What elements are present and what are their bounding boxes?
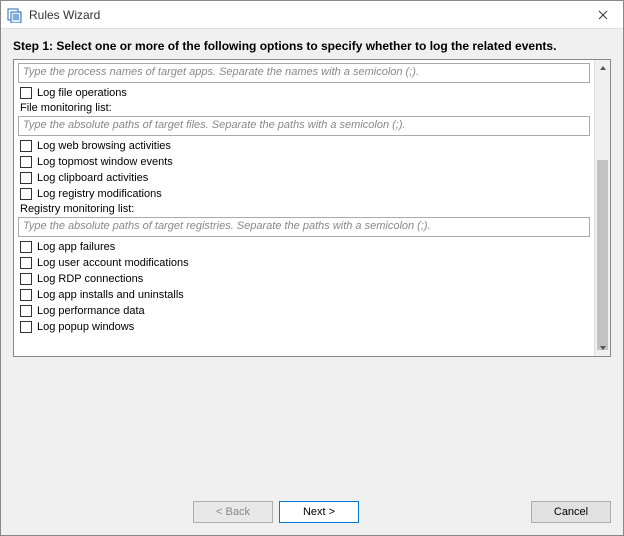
window-title: Rules Wizard bbox=[29, 8, 100, 22]
checkbox-label: Log app failures bbox=[37, 241, 115, 253]
content-area: Step 1: Select one or more of the follow… bbox=[1, 29, 623, 491]
checkbox-log-clipboard[interactable]: Log clipboard activities bbox=[18, 170, 590, 186]
checkbox-icon bbox=[20, 140, 32, 152]
checkbox-icon bbox=[20, 257, 32, 269]
step-header: Step 1: Select one or more of the follow… bbox=[13, 39, 611, 53]
checkbox-icon bbox=[20, 321, 32, 333]
checkbox-label: Log web browsing activities bbox=[37, 140, 171, 152]
next-button[interactable]: Next > bbox=[279, 501, 359, 523]
rules-wizard-window: Rules Wizard Step 1: Select one or more … bbox=[0, 0, 624, 536]
scrollbar-thumb[interactable] bbox=[597, 160, 608, 350]
checkbox-log-app-failures[interactable]: Log app failures bbox=[18, 239, 590, 255]
checkbox-log-topmost-window[interactable]: Log topmost window events bbox=[18, 154, 590, 170]
back-button: < Back bbox=[193, 501, 273, 523]
app-icon bbox=[7, 7, 23, 23]
checkbox-log-rdp[interactable]: Log RDP connections bbox=[18, 271, 590, 287]
button-bar: < Back Next > Cancel bbox=[1, 491, 623, 535]
checkbox-label: Log app installs and uninstalls bbox=[37, 289, 184, 301]
checkbox-log-registry[interactable]: Log registry modifications bbox=[18, 186, 590, 202]
checkbox-icon bbox=[20, 156, 32, 168]
file-paths-input[interactable]: Type the absolute paths of target files.… bbox=[18, 116, 590, 136]
process-names-input[interactable]: Type the process names of target apps. S… bbox=[18, 63, 590, 83]
options-list: Type the process names of target apps. S… bbox=[14, 60, 594, 356]
checkbox-label: Log topmost window events bbox=[37, 156, 173, 168]
options-scroll-area: Type the process names of target apps. S… bbox=[13, 59, 611, 357]
checkbox-log-user-account[interactable]: Log user account modifications bbox=[18, 255, 590, 271]
registry-monitoring-list-label: Registry monitoring list: bbox=[18, 202, 590, 216]
checkbox-icon bbox=[20, 87, 32, 99]
file-monitoring-list-label: File monitoring list: bbox=[18, 101, 590, 115]
checkbox-label: Log file operations bbox=[37, 87, 127, 99]
checkbox-icon bbox=[20, 305, 32, 317]
checkbox-label: Log popup windows bbox=[37, 321, 134, 333]
checkbox-icon bbox=[20, 172, 32, 184]
checkbox-label: Log RDP connections bbox=[37, 273, 143, 285]
registry-paths-input[interactable]: Type the absolute paths of target regist… bbox=[18, 217, 590, 237]
checkbox-label: Log user account modifications bbox=[37, 257, 189, 269]
cancel-button[interactable]: Cancel bbox=[531, 501, 611, 523]
checkbox-icon bbox=[20, 188, 32, 200]
checkbox-label: Log clipboard activities bbox=[37, 172, 148, 184]
checkbox-log-performance[interactable]: Log performance data bbox=[18, 303, 590, 319]
checkbox-icon bbox=[20, 289, 32, 301]
scroll-up-icon[interactable] bbox=[595, 60, 611, 76]
titlebar: Rules Wizard bbox=[1, 1, 623, 29]
checkbox-log-web-browsing[interactable]: Log web browsing activities bbox=[18, 138, 590, 154]
scroll-down-icon[interactable] bbox=[595, 340, 611, 356]
checkbox-label: Log performance data bbox=[37, 305, 145, 317]
checkbox-log-popup[interactable]: Log popup windows bbox=[18, 319, 590, 335]
scrollbar[interactable] bbox=[594, 60, 610, 356]
checkbox-icon bbox=[20, 241, 32, 253]
checkbox-icon bbox=[20, 273, 32, 285]
checkbox-log-app-installs[interactable]: Log app installs and uninstalls bbox=[18, 287, 590, 303]
checkbox-label: Log registry modifications bbox=[37, 188, 162, 200]
close-button[interactable] bbox=[583, 1, 623, 29]
checkbox-log-file-operations[interactable]: Log file operations bbox=[18, 85, 590, 101]
